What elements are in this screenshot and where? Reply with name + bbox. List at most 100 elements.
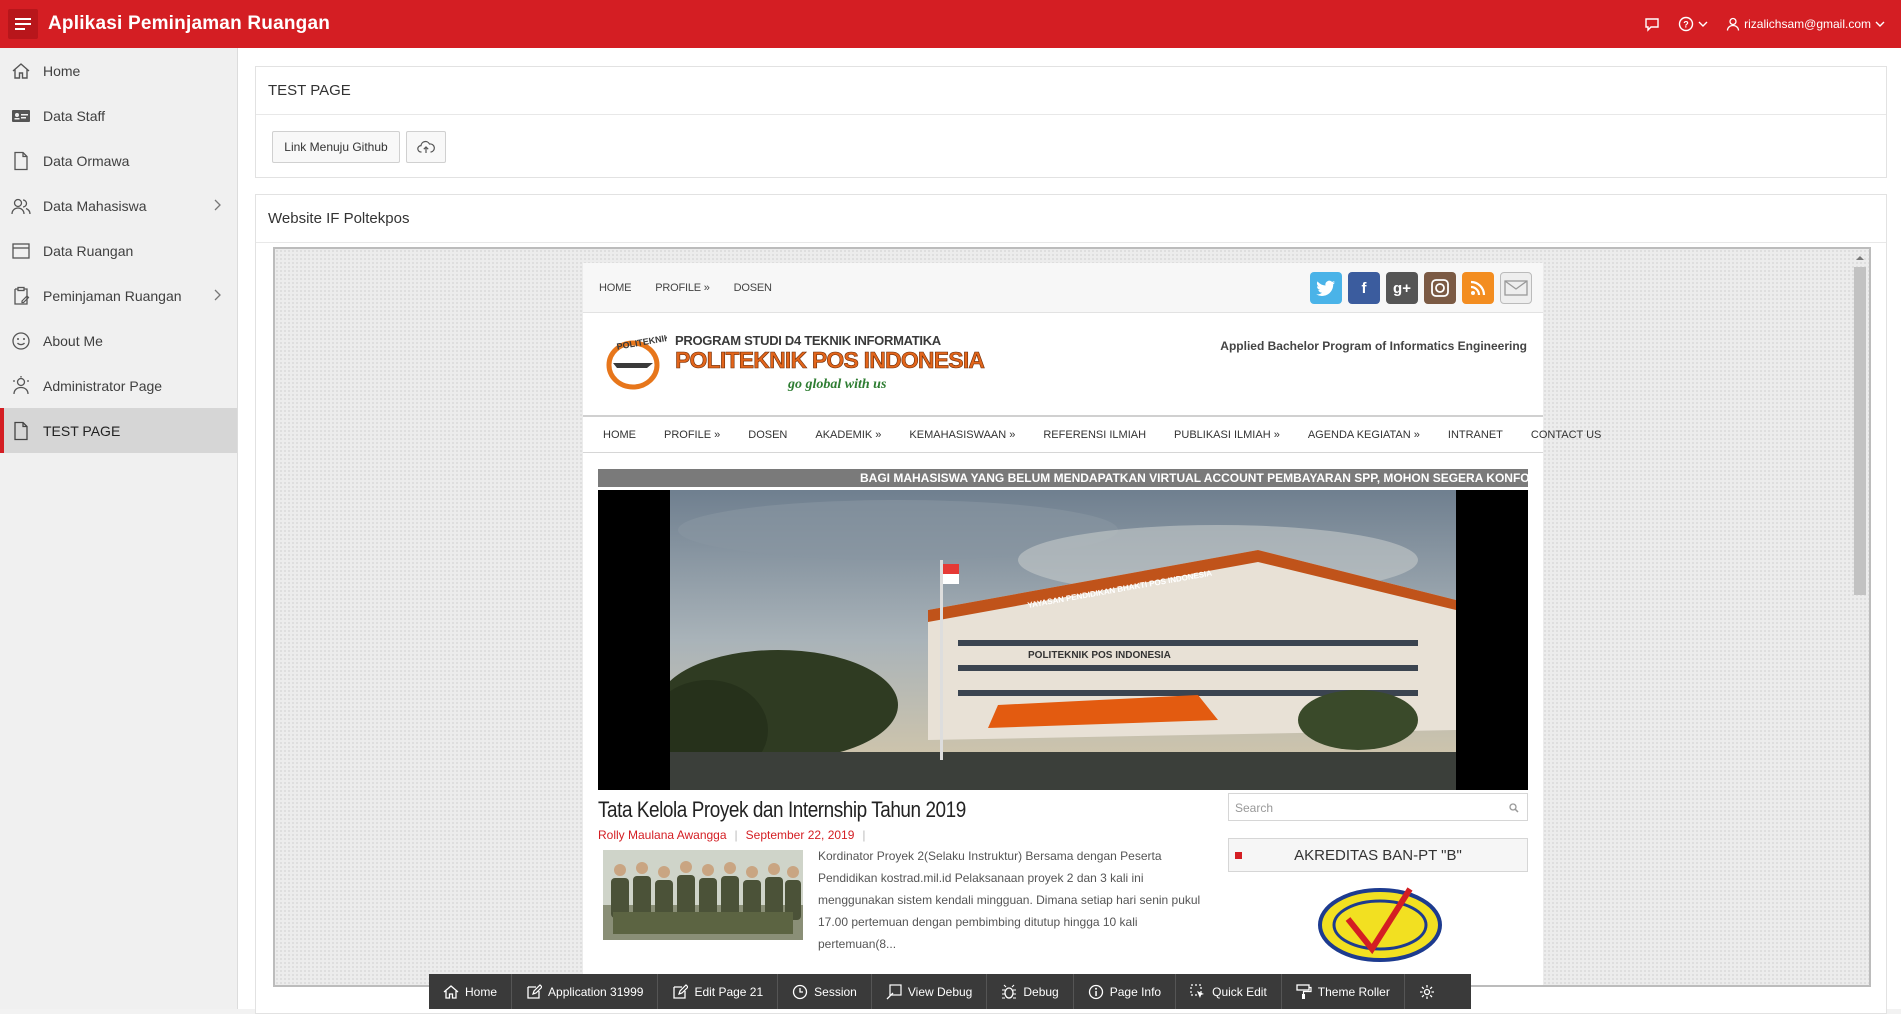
feedback-button[interactable] (1644, 16, 1660, 32)
github-link-button[interactable]: Link Menuju Github (272, 131, 400, 163)
menu-toggle-button[interactable] (8, 9, 38, 39)
site-nav-item[interactable]: AKADEMIK » (815, 429, 881, 441)
cloud-upload-icon (417, 140, 435, 153)
scroll-up-arrow-icon[interactable] (1853, 253, 1867, 263)
user-email: rizalichsam@gmail.com (1744, 17, 1871, 31)
site-nav-item[interactable]: PUBLIKASI ILMIAH » (1174, 429, 1280, 441)
sidebar-item-data-ormawa[interactable]: Data Ormawa (0, 138, 237, 183)
home-icon (443, 984, 459, 999)
site-top-nav-item[interactable]: HOME (599, 282, 631, 294)
facebook-icon[interactable]: f (1348, 272, 1380, 304)
view-debug-icon (886, 983, 902, 999)
twitter-icon[interactable] (1310, 272, 1342, 304)
devbar-debug-button[interactable]: Debug (987, 974, 1074, 1009)
site-nav-item[interactable]: DOSEN (748, 429, 787, 441)
post-title[interactable]: Tata Kelola Proyek dan Internship Tahun … (598, 797, 966, 823)
devbar-theme-roller-button[interactable]: Theme Roller (1282, 974, 1405, 1009)
sidebar-item-home[interactable]: Home (0, 48, 237, 93)
sidebar-item-label: Data Ruangan (43, 242, 134, 259)
cloud-upload-button[interactable] (406, 131, 446, 163)
announcement-ticker[interactable]: BAGI MAHASISWA YANG BELUM MENDAPATKAN VI… (598, 469, 1528, 487)
email-icon[interactable] (1500, 272, 1532, 304)
search-placeholder: Search (1235, 801, 1274, 815)
devbar-home-button[interactable]: Home (429, 974, 513, 1009)
users-icon (11, 198, 31, 214)
site-top-nav-item[interactable]: DOSEN (734, 282, 772, 294)
info-icon (1088, 984, 1103, 999)
sidebar-nav: Home Data Staff Data Ormawa Data Mahasis… (0, 48, 238, 1009)
sidebar-item-peminjaman-ruangan[interactable]: Peminjaman Ruangan (0, 273, 237, 318)
top-bar: Aplikasi Peminjaman Ruangan ? rizalichsa… (0, 0, 1901, 48)
devbar-settings-button[interactable] (1405, 974, 1449, 1009)
post-thumbnail[interactable] (603, 850, 803, 940)
sidebar-item-about-me[interactable]: About Me (0, 318, 237, 363)
sidebar-item-label: TEST PAGE (43, 422, 121, 439)
devbar-edit-page-button[interactable]: Edit Page 21 (658, 974, 779, 1009)
site-nav-item[interactable]: REFERENSI ILMIAH (1043, 429, 1146, 441)
help-menu-button[interactable]: ? (1678, 16, 1708, 32)
site-search-input[interactable]: Search (1228, 793, 1528, 821)
devbar-session-button[interactable]: Session (778, 974, 872, 1009)
app-title[interactable]: Aplikasi Peminjaman Ruangan (48, 13, 330, 35)
user-menu-button[interactable]: rizalichsam@gmail.com (1726, 17, 1885, 31)
sidebar-item-label: Data Ormawa (43, 152, 130, 169)
post-author[interactable]: Rolly Maulana Awangga (598, 828, 727, 842)
scroll-thumb[interactable] (1854, 267, 1866, 595)
sidebar-item-data-staff[interactable]: Data Staff (0, 93, 237, 138)
politeknik-logo-icon: POLITEKNIK (606, 333, 667, 390)
chevron-right-icon (214, 289, 221, 301)
accreditation-widget-title: AKREDITAS BAN-PT "B" (1228, 838, 1528, 872)
website-region: Website IF Poltekpos HOME PROFILE » DOSE… (255, 194, 1887, 1014)
site-nav-item[interactable]: CONTACT US (1531, 429, 1602, 441)
svg-text:?: ? (1683, 20, 1689, 30)
search-icon[interactable] (1509, 803, 1519, 813)
sidebar-item-test-page[interactable]: TEST PAGE (0, 408, 237, 453)
sidebar-item-data-ruangan[interactable]: Data Ruangan (0, 228, 237, 273)
site-nav-item[interactable]: AGENDA KEGIATAN » (1308, 429, 1420, 441)
site-nav-item[interactable]: PROFILE » (664, 429, 720, 441)
hero-slider[interactable]: POLITEKNIK POS INDONESIA YAYASAN PENDIDI… (598, 490, 1528, 790)
logo-text-line1: PROGRAM STUDI D4 TEKNIK INFORMATIKA (675, 333, 941, 348)
test-page-region: TEST PAGE Link Menuju Github (255, 66, 1887, 178)
devbar-page-info-button[interactable]: Page Info (1074, 974, 1177, 1009)
clock-icon (793, 984, 808, 999)
devbar-view-debug-button[interactable]: View Debug (872, 974, 988, 1009)
logo-text-line3: go global with us (788, 377, 887, 392)
id-card-icon (12, 109, 30, 122)
embedded-website: HOME PROFILE » DOSEN f g+ POLITEKNIK PRO… (583, 263, 1601, 985)
site-nav-item[interactable]: KEMAHASISWAAN » (909, 429, 1015, 441)
post-meta: Rolly Maulana Awangga | September 22, 2019… (598, 828, 874, 842)
devbar-label: Home (465, 984, 498, 999)
user-gear-icon (13, 375, 29, 394)
instagram-icon[interactable] (1424, 272, 1456, 304)
politeknik-logo[interactable]: POLITEKNIK (603, 333, 667, 393)
google-plus-icon[interactable]: g+ (1386, 272, 1418, 304)
rss-icon[interactable] (1462, 272, 1494, 304)
devbar-application-button[interactable]: Application 31999 (512, 974, 659, 1009)
widget-title-text: AKREDITAS BAN-PT "B" (1294, 846, 1462, 864)
meta-separator: | (734, 828, 738, 842)
developer-toolbar: Home Application 31999 Edit Page 21 Sess… (429, 974, 1471, 1009)
ticker-text: BAGI MAHASISWA YANG BELUM MENDAPATKAN VI… (860, 471, 1528, 485)
widget-bullet-icon (1235, 852, 1242, 859)
meta-separator: | (862, 828, 866, 842)
site-nav-item[interactable]: HOME (603, 429, 636, 441)
bug-icon (1002, 984, 1017, 999)
website-iframe[interactable]: HOME PROFILE » DOSEN f g+ POLITEKNIK PRO… (273, 247, 1871, 987)
site-nav-item[interactable]: INTRANET (1448, 429, 1503, 441)
sidebar-item-label: Home (43, 62, 81, 79)
ban-pt-logo-icon (1318, 887, 1442, 962)
file-icon (14, 151, 28, 170)
devbar-quick-edit-button[interactable]: Quick Edit (1176, 974, 1282, 1009)
group-photo-image (603, 850, 803, 940)
sidebar-item-data-mahasiswa[interactable]: Data Mahasiswa (0, 183, 237, 228)
sidebar-item-label: Data Staff (43, 107, 106, 124)
logo-text-line2: POLITEKNIK POS INDONESIA (675, 347, 986, 374)
site-main-nav: HOME PROFILE » DOSEN AKADEMIK » KEMAHASI… (583, 415, 1601, 453)
sidebar-item-administrator-page[interactable]: Administrator Page (0, 363, 237, 408)
site-top-nav-item[interactable]: PROFILE » (655, 282, 710, 294)
devbar-label: Quick Edit (1212, 984, 1267, 999)
user-icon (1726, 17, 1740, 31)
iframe-scrollbar[interactable] (1851, 253, 1867, 978)
chevron-down-icon (1875, 21, 1885, 27)
